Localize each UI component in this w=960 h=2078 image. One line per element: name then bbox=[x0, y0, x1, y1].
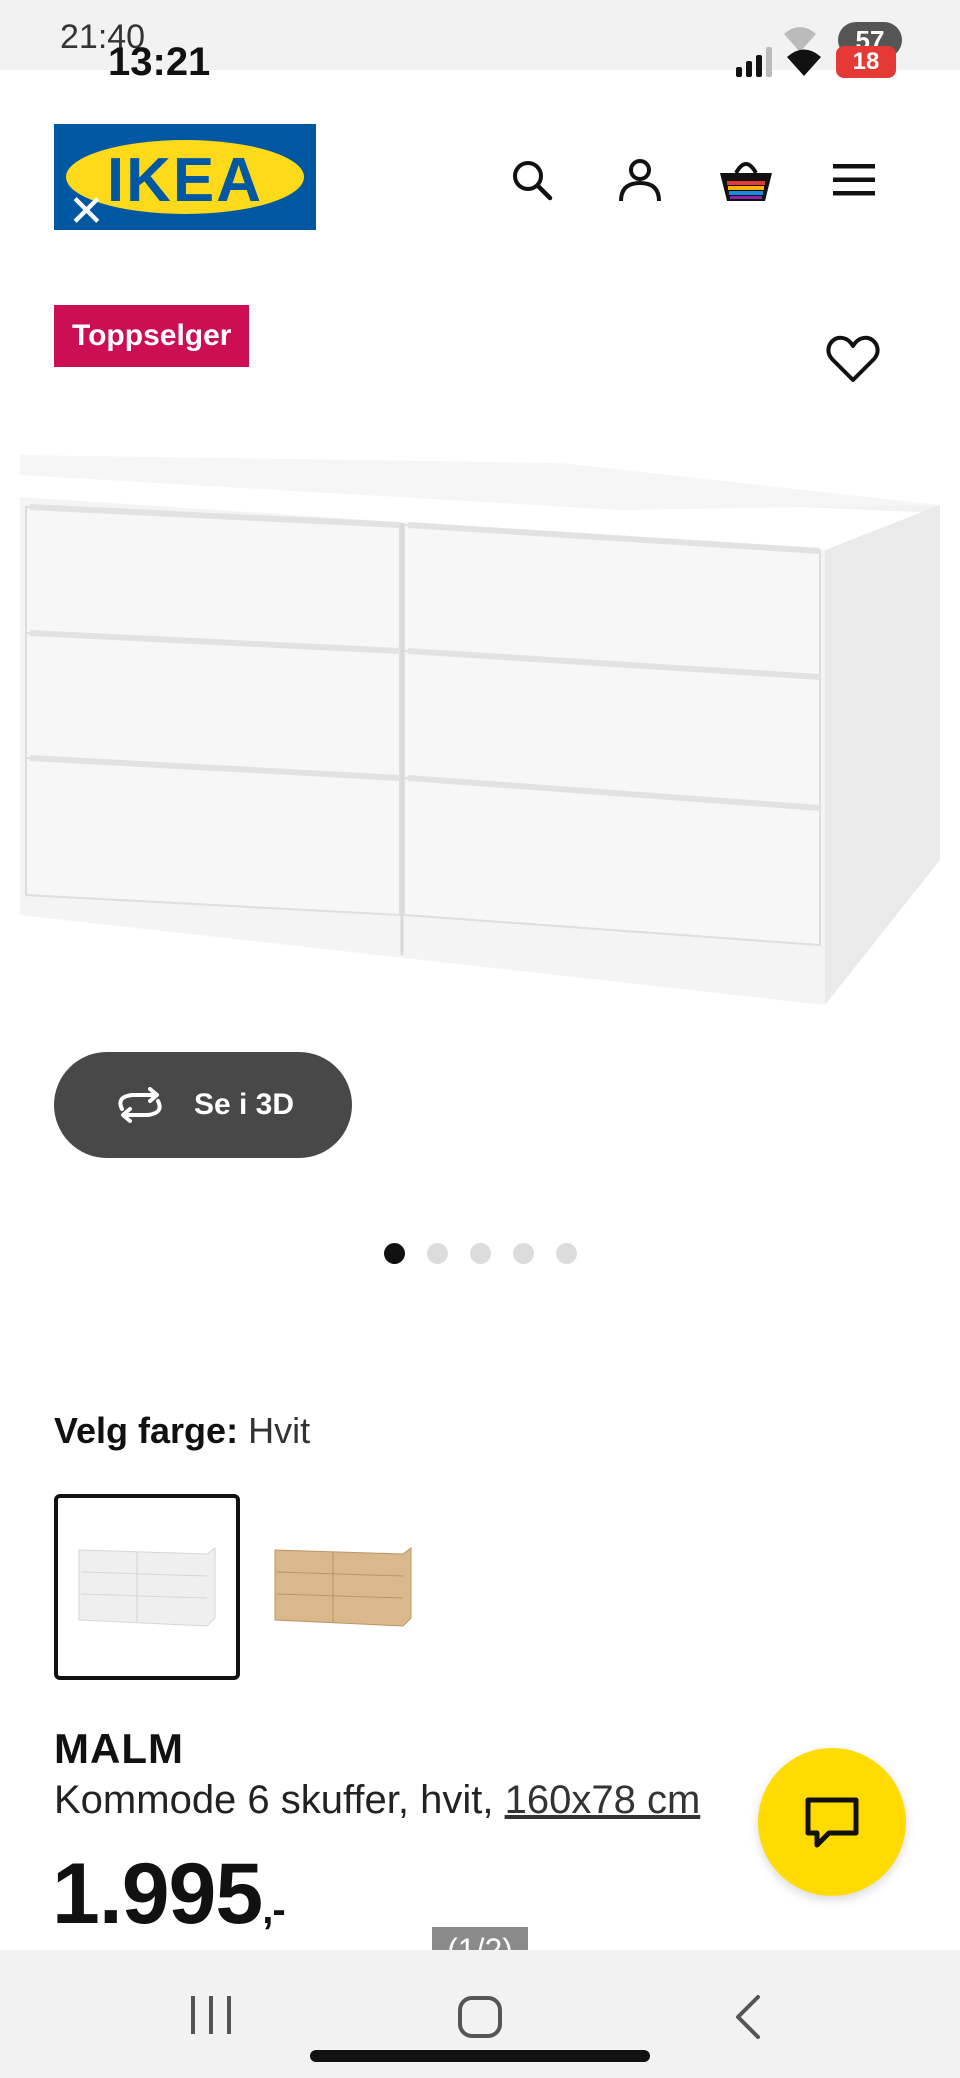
view-3d-label: Se i 3D bbox=[193, 1088, 295, 1121]
gallery-dot[interactable] bbox=[384, 1243, 405, 1264]
status-icons: 18 bbox=[736, 46, 896, 78]
signal-icon bbox=[736, 47, 772, 77]
gesture-bar[interactable] bbox=[310, 2050, 650, 2062]
back-icon[interactable] bbox=[730, 1994, 764, 2040]
top-seller-badge: Toppselger bbox=[54, 305, 250, 367]
product-price: 1.995,- bbox=[52, 1845, 286, 1944]
color-label: Velg farge: Hvit bbox=[54, 1410, 310, 1452]
view-3d-button[interactable]: Se i 3D bbox=[54, 1052, 352, 1158]
gallery-dot[interactable] bbox=[470, 1243, 491, 1264]
rotate-icon bbox=[118, 1087, 162, 1123]
heart-icon[interactable] bbox=[824, 330, 882, 388]
recents-icon[interactable] bbox=[188, 1994, 234, 2036]
gallery-dot[interactable] bbox=[513, 1243, 534, 1264]
product-description: Kommode 6 skuffer, hvit, 160x78 cm bbox=[54, 1778, 700, 1823]
chat-icon bbox=[805, 1797, 859, 1848]
ikea-logo[interactable]: IKEA ✕ bbox=[54, 124, 316, 234]
product-size-link[interactable]: 160x78 cm bbox=[505, 1778, 701, 1822]
shopping-bag-icon[interactable] bbox=[716, 150, 776, 210]
product-name: MALM bbox=[54, 1725, 184, 1772]
color-swatch-white[interactable] bbox=[54, 1494, 240, 1680]
wifi-icon bbox=[787, 49, 821, 76]
site-header: IKEA ✕ bbox=[0, 110, 960, 250]
chat-button[interactable] bbox=[758, 1748, 906, 1896]
product-description-text: Kommode 6 skuffer, hvit, bbox=[54, 1778, 505, 1822]
price-value: 1.995 bbox=[52, 1846, 263, 1942]
product-image[interactable] bbox=[20, 455, 940, 1015]
search-icon[interactable] bbox=[502, 150, 562, 210]
battery-icon: 18 bbox=[836, 46, 896, 78]
gallery-dot[interactable] bbox=[556, 1243, 577, 1264]
gallery-dot[interactable] bbox=[427, 1243, 448, 1264]
home-icon[interactable] bbox=[456, 1994, 504, 2040]
account-icon[interactable] bbox=[610, 150, 670, 210]
status-time: 13:21 bbox=[108, 40, 211, 84]
gallery-dots bbox=[384, 1243, 577, 1264]
menu-icon[interactable] bbox=[824, 150, 884, 210]
color-value: Hvit bbox=[248, 1410, 311, 1451]
close-icon[interactable]: ✕ bbox=[68, 190, 105, 234]
color-prompt: Velg farge: bbox=[54, 1410, 239, 1451]
price-suffix: ,- bbox=[262, 1888, 285, 1932]
color-swatch-oak[interactable] bbox=[250, 1494, 436, 1680]
